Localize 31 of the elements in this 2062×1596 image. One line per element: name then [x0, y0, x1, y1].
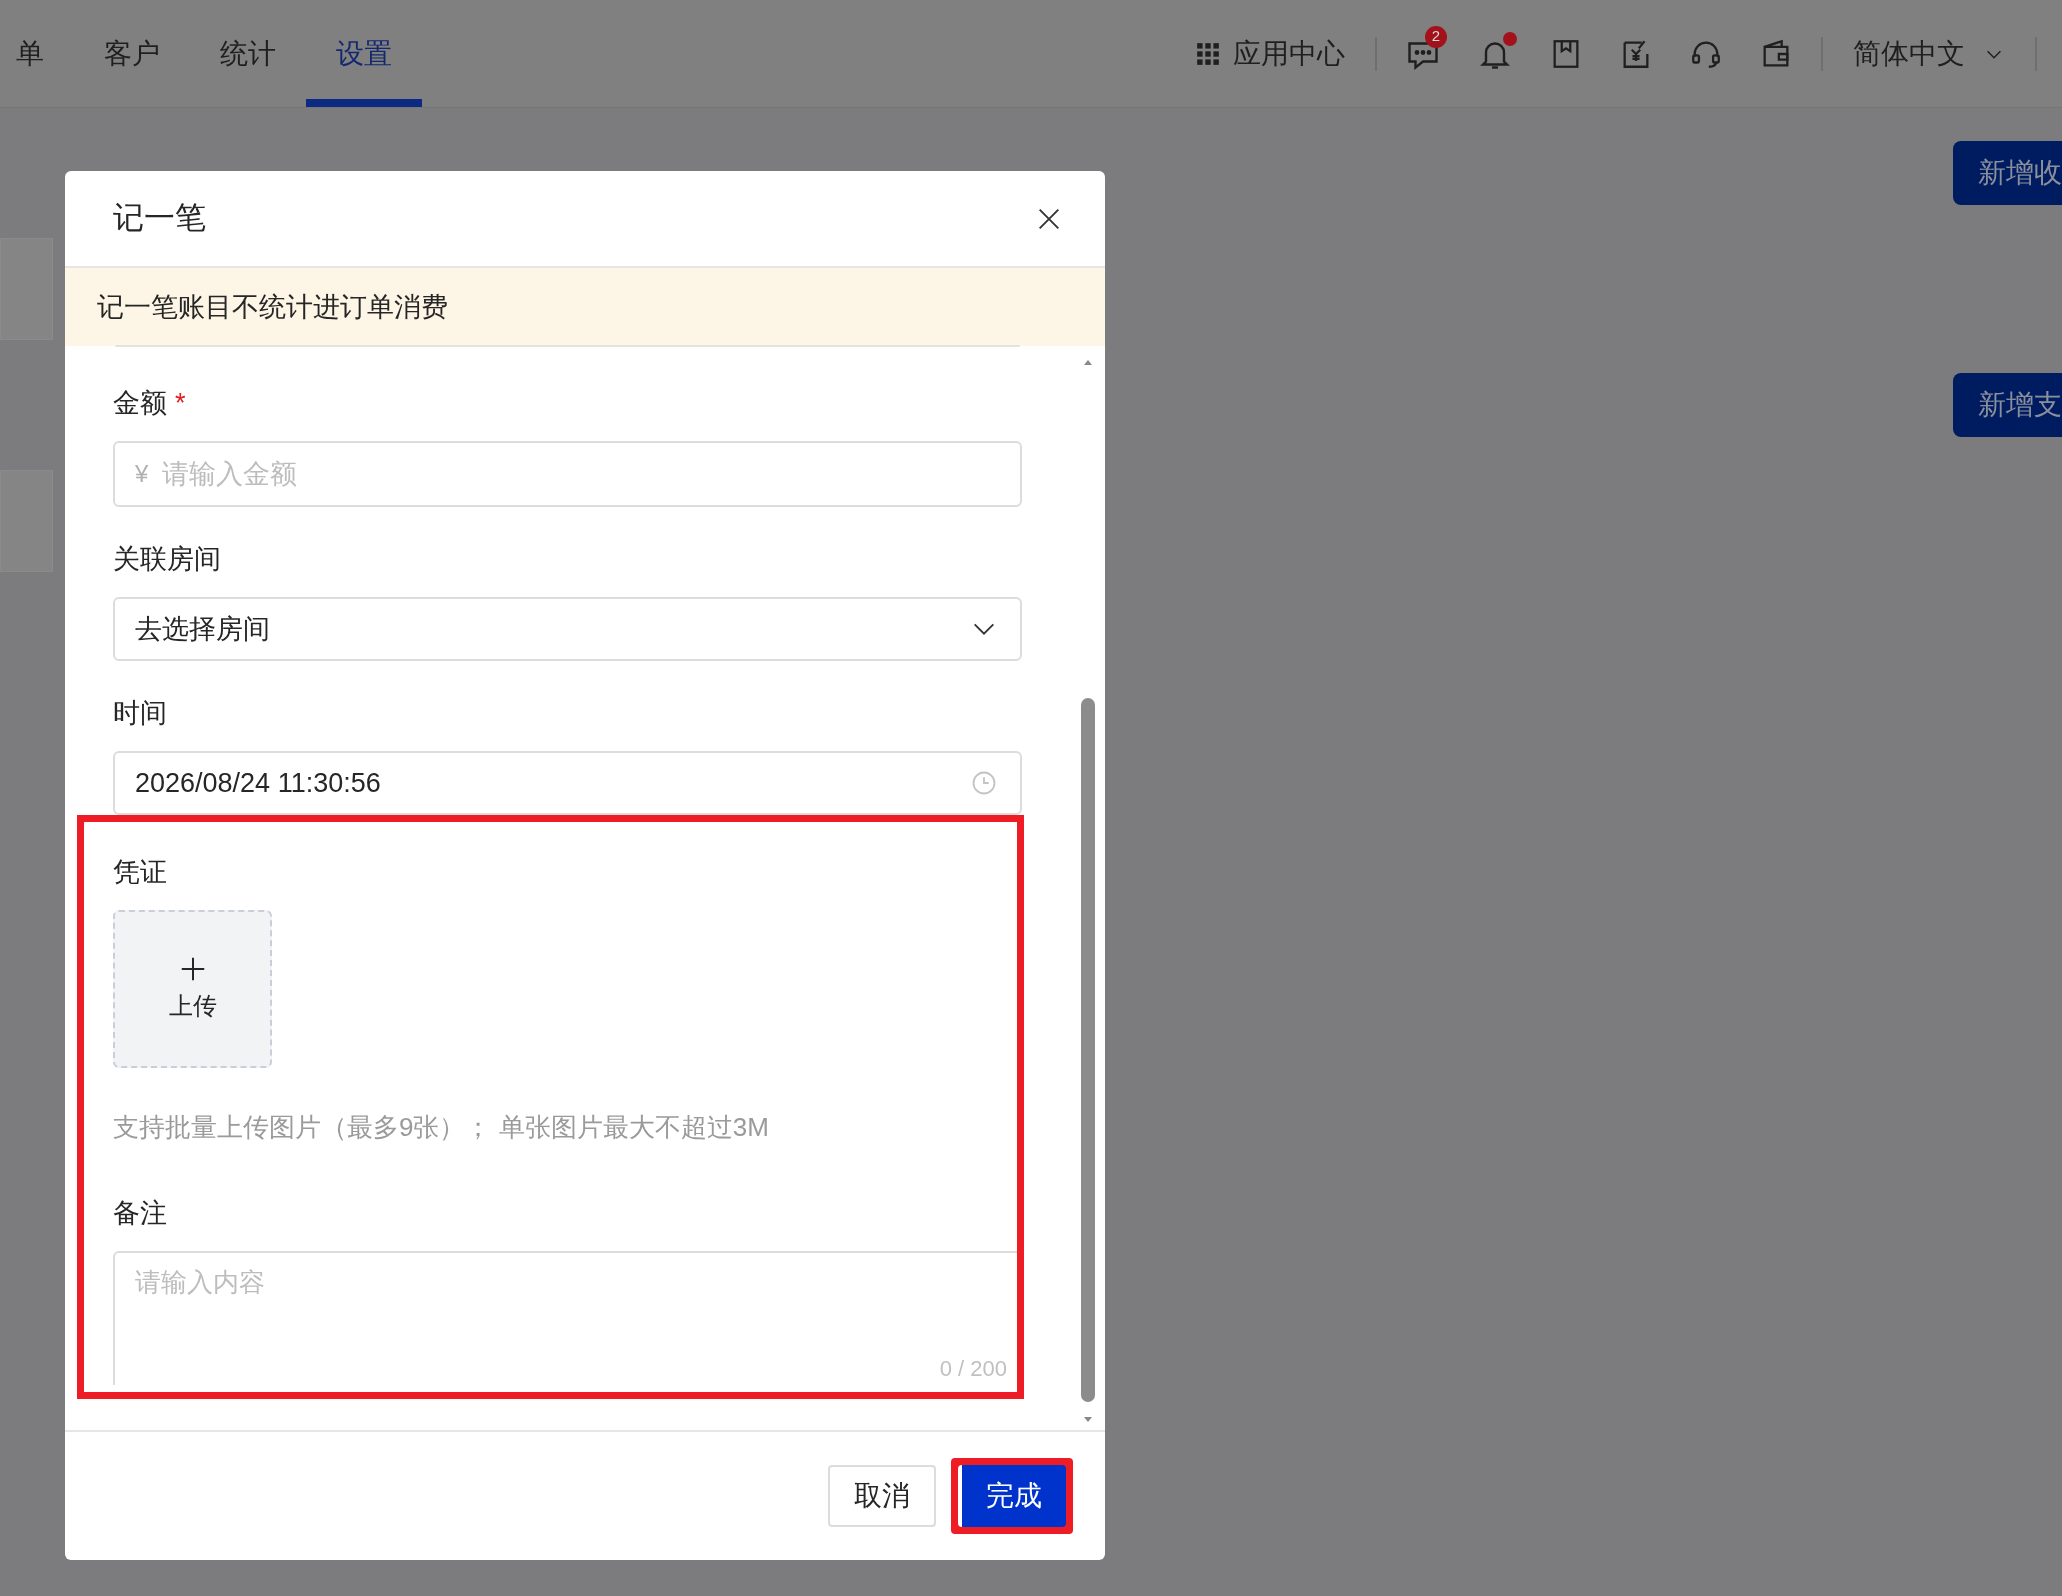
amount-input-field[interactable]: ¥ 请输入金额	[113, 441, 1022, 507]
app-center-link[interactable]: 应用中心	[1233, 32, 1345, 75]
currency-prefix: ¥	[135, 459, 149, 489]
field-label: 金额	[113, 386, 167, 420]
required-mark: *	[175, 386, 186, 420]
done-button[interactable]: 完成	[958, 1465, 1066, 1527]
room-select[interactable]: 去选择房间	[113, 597, 1022, 661]
language-selector[interactable]: 简体中文	[1853, 32, 1965, 75]
nav-tab[interactable]: 设置	[306, 0, 422, 107]
field-label: 备注	[113, 1196, 167, 1230]
nav-tab[interactable]: 单	[0, 0, 74, 107]
datetime-input-field[interactable]: 2026/08/24 11:30:56	[113, 751, 1022, 815]
field-label: 关联房间	[113, 542, 221, 576]
input-placeholder: 请输入金额	[162, 457, 298, 491]
character-counter: 0 / 200	[939, 1355, 1007, 1383]
field-label: 时间	[113, 696, 167, 730]
message-count-badge: 2	[1425, 25, 1447, 48]
nav-tab[interactable]: 统计	[190, 0, 306, 107]
add-button[interactable]: 新增支	[1953, 373, 2062, 437]
add-button[interactable]: 新增收	[1953, 141, 2062, 205]
upload-button[interactable]: 上传	[113, 910, 272, 1068]
nav-tab[interactable]: 客户	[74, 0, 190, 107]
upload-hint: 支持批量上传图片（最多9张）； 单张图片最大不超过3M	[113, 1111, 770, 1144]
textarea-placeholder: 请输入内容	[135, 1267, 265, 1297]
grid-icon[interactable]	[1195, 40, 1221, 67]
field-label: 凭证	[113, 855, 167, 889]
notice-bar: 记一笔账目不统计进订单消费	[65, 268, 1105, 346]
select-value: 去选择房间	[135, 612, 270, 646]
datetime-value: 2026/08/24 11:30:56	[135, 766, 381, 800]
cancel-button[interactable]: 取消	[828, 1465, 936, 1527]
dialog-title: 记一笔	[113, 199, 206, 238]
